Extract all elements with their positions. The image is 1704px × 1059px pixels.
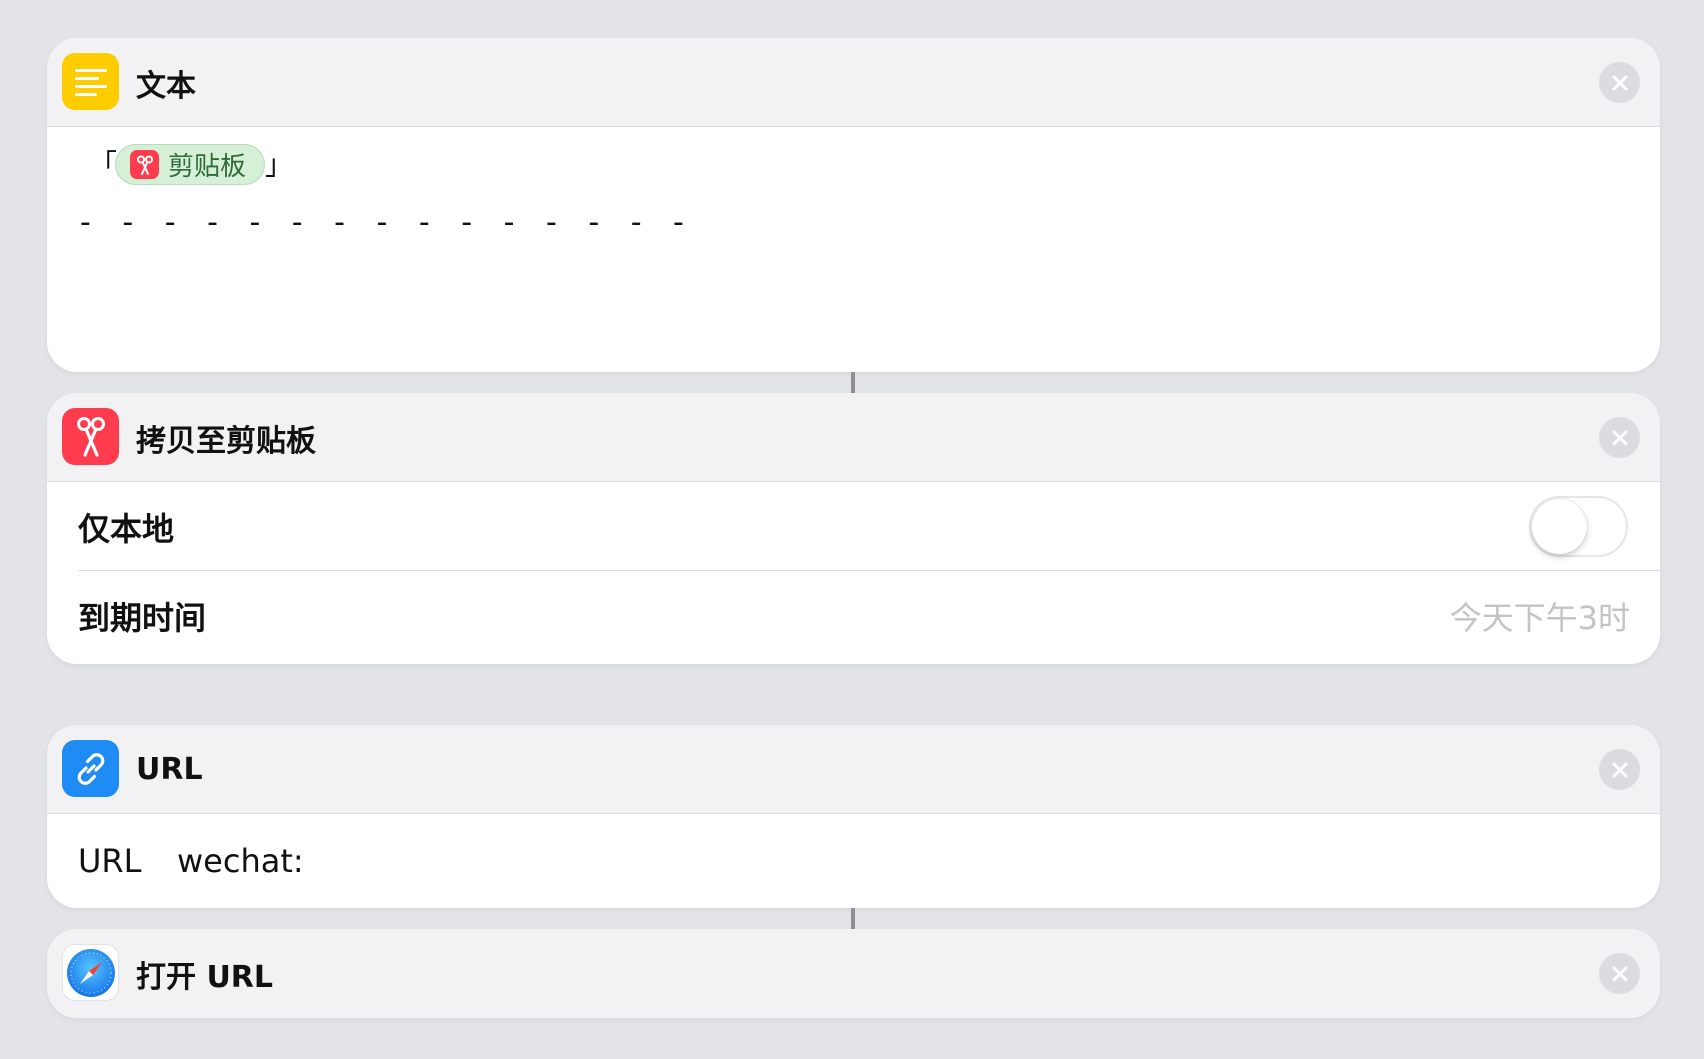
local-only-label: 仅本地 <box>78 509 175 548</box>
shortcut-editor: 文本 「 剪贴板 」 - - - - - - - - - - - - - - - <box>0 0 1704 1059</box>
token-label: 剪贴板 <box>168 152 247 182</box>
expire-label: 到期时间 <box>78 598 207 637</box>
scissors-icon <box>62 408 119 465</box>
safari-compass-icon <box>62 944 119 1001</box>
local-only-toggle[interactable] <box>1529 496 1628 557</box>
clipboard-variable-token[interactable]: 剪贴板 <box>115 144 266 185</box>
open-url-card: 打开 URL <box>47 929 1660 1018</box>
text-action-card: 文本 「 剪贴板 」 - - - - - - - - - - - - - - - <box>47 38 1660 372</box>
url-action-title: URL <box>136 752 203 787</box>
local-only-row: 仅本地 <box>47 482 1660 571</box>
text-action-header[interactable]: 文本 <box>47 38 1660 127</box>
url-field-row[interactable]: URL wechat: <box>47 814 1660 907</box>
flow-connector <box>851 372 855 393</box>
text-content-area[interactable]: 「 剪贴板 」 - - - - - - - - - - - - - - - <box>47 127 1660 372</box>
text-action-title: 文本 <box>136 68 196 104</box>
close-icon[interactable] <box>1599 749 1640 790</box>
open-url-header[interactable]: 打开 URL <box>47 929 1660 1018</box>
close-icon[interactable] <box>1599 417 1640 458</box>
expire-value[interactable]: 今天下午3时 <box>1450 593 1630 639</box>
url-field-value[interactable]: wechat: <box>177 842 304 880</box>
expire-row[interactable]: 到期时间 今天下午3时 <box>47 571 1660 660</box>
copy-clipboard-card: 拷贝至剪贴板 仅本地 到期时间 今天下午3时 <box>47 393 1660 664</box>
url-field-label: URL <box>78 841 142 880</box>
close-icon[interactable] <box>1599 62 1640 103</box>
link-icon <box>62 740 119 797</box>
toggle-knob <box>1532 499 1587 554</box>
url-action-header[interactable]: URL <box>47 725 1660 814</box>
text-lines-icon <box>62 53 119 110</box>
close-bracket: 」 <box>265 148 294 181</box>
open-bracket: 「 <box>89 148 118 181</box>
copy-clipboard-title: 拷贝至剪贴板 <box>136 423 316 459</box>
copy-clipboard-header[interactable]: 拷贝至剪贴板 <box>47 393 1660 482</box>
dash-separator-text: - - - - - - - - - - - - - - - <box>80 205 695 240</box>
close-icon[interactable] <box>1599 953 1640 994</box>
flow-connector <box>851 908 855 929</box>
scissors-icon <box>130 150 159 179</box>
open-url-title: 打开 URL <box>136 959 274 995</box>
url-action-card: URL URL wechat: <box>47 725 1660 908</box>
